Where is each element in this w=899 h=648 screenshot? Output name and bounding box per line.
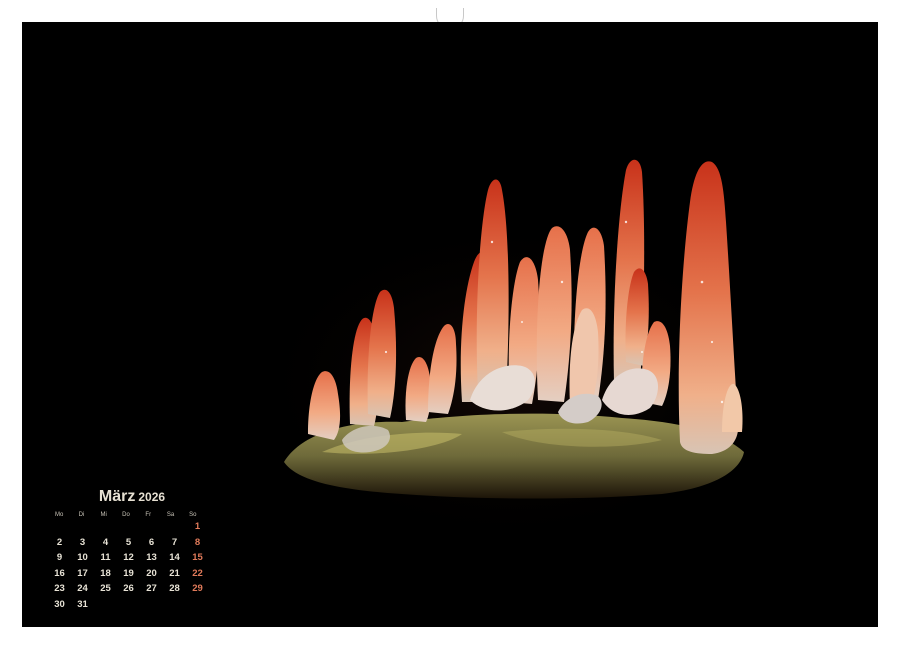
weekday-label: So <box>189 512 197 518</box>
weekday-header: Mo Di Mi Do Fr Sa So <box>48 512 204 518</box>
day-cell: 21 <box>169 567 180 579</box>
day-cell: 11 <box>100 552 111 563</box>
day-cell: 31 <box>77 598 88 610</box>
day-cell: 15 <box>192 552 203 563</box>
empty-day-cell <box>71 519 94 535</box>
empty-day-cell <box>94 519 117 535</box>
weekday-label: Do <box>122 512 130 518</box>
day-cell: 30 <box>54 598 65 610</box>
weekday-label: Mo <box>54 512 64 518</box>
day-cell: 20 <box>146 567 157 579</box>
day-cell: 4 <box>102 536 109 548</box>
day-cell: 28 <box>169 583 180 594</box>
weekday-label: Di <box>78 512 85 518</box>
day-cell: 5 <box>125 536 132 548</box>
day-cell: 18 <box>100 567 111 579</box>
day-cell: 23 <box>54 583 65 594</box>
day-cell: 14 <box>169 552 180 563</box>
day-cell: 2 <box>56 536 63 548</box>
day-cell: 1 <box>194 521 201 532</box>
day-cell: 22 <box>192 567 203 579</box>
day-cell: 10 <box>77 552 88 563</box>
empty-day-cell <box>48 519 71 535</box>
day-cell: 24 <box>77 583 88 594</box>
day-cell: 7 <box>171 536 178 548</box>
weekday-label: Fr <box>145 512 152 518</box>
day-cell: 29 <box>192 583 203 594</box>
day-cell: 27 <box>146 583 157 594</box>
year: 2026 <box>138 490 166 504</box>
empty-day-cell <box>163 519 186 535</box>
day-cell: 25 <box>100 583 111 594</box>
weekday-label: Mi <box>100 512 107 518</box>
calendar-title: März 2026 <box>60 488 204 508</box>
day-cell: 16 <box>54 567 65 579</box>
day-cell: 26 <box>123 583 134 594</box>
day-cell: 6 <box>148 536 155 548</box>
day-cell: 12 <box>123 552 134 563</box>
day-grid: 1 2 3 4 5 6 7 8 9 10 11 12 13 14 15 16 17 18 19 20 21 22 23 24 2… <box>48 519 204 612</box>
empty-day-cell <box>140 519 163 535</box>
calendar-sheet: März 2026 Mo Di Mi Do Fr Sa So 1 2 3 4 5 6 7 8 9 10 11 12 1… <box>22 22 878 627</box>
day-cell: 13 <box>146 552 157 563</box>
day-cell: 3 <box>79 536 86 548</box>
day-cell: 19 <box>123 567 134 579</box>
month-calendar: März 2026 Mo Di Mi Do Fr Sa So 1 2 3 4 5 6 7 8 9 10 11 12 1… <box>48 488 204 612</box>
day-cell: 17 <box>77 567 88 579</box>
month-name: März <box>98 488 136 505</box>
day-cell: 8 <box>194 536 201 548</box>
weekday-label: Sa <box>166 512 175 518</box>
empty-day-cell <box>117 519 140 535</box>
day-cell: 9 <box>56 552 63 563</box>
